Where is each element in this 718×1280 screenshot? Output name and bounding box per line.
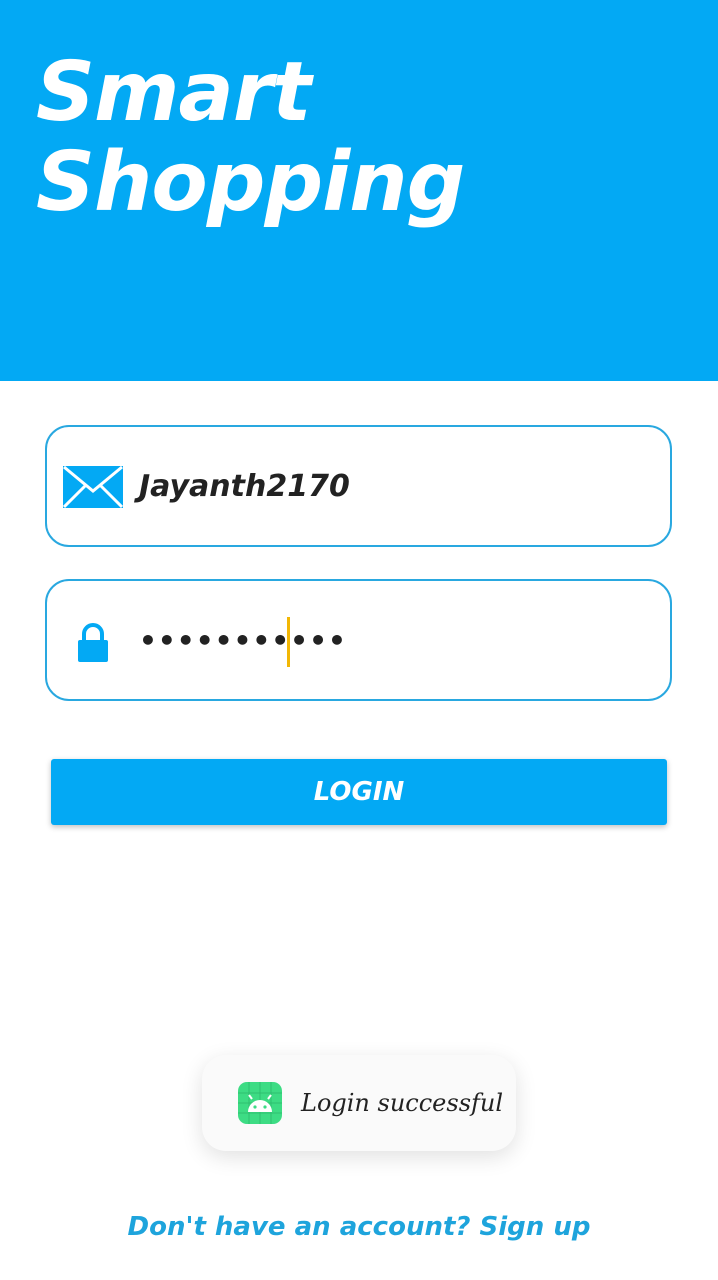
login-button[interactable]: LOGIN: [51, 759, 667, 825]
lock-icon: [77, 623, 109, 667]
app-header: Smart Shopping: [0, 0, 718, 381]
toast-notification: Login successful: [202, 1055, 516, 1151]
password-input-value: •••••••••••: [139, 623, 347, 657]
text-cursor: [287, 617, 290, 667]
email-input-value: Jayanth2170: [139, 468, 350, 504]
signup-link[interactable]: Don't have an account? Sign up: [0, 1212, 718, 1242]
password-field[interactable]: •••••••••••: [45, 579, 672, 701]
app-title-line2: Shopping: [36, 135, 465, 230]
toast-message: Login successful: [301, 1089, 504, 1117]
android-app-icon: [238, 1082, 282, 1128]
app-title-line1: Smart: [36, 45, 311, 140]
email-field[interactable]: Jayanth2170: [45, 425, 672, 547]
app-title: Smart Shopping: [36, 45, 465, 230]
envelope-icon: [62, 465, 124, 513]
